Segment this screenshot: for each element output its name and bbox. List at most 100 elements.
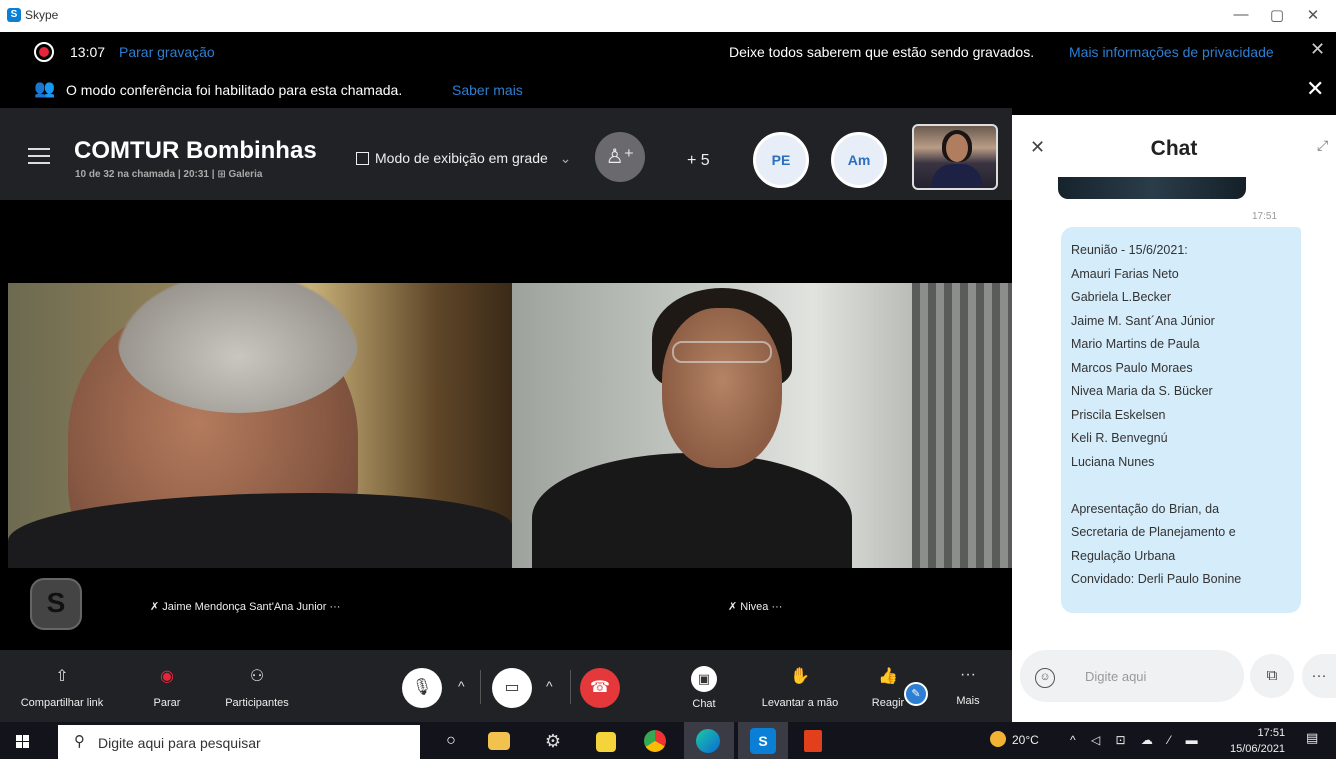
raise-hand-label: Levantar a mão [761, 697, 839, 709]
call-subtitle: 10 de 32 na chamada | 20:31 | ⊞ Galeria [75, 169, 263, 180]
more-button[interactable]: ··· Mais [950, 666, 986, 707]
conference-banner: 👥 O modo conferência foi habilitado para… [0, 72, 1336, 108]
maximize-button[interactable]: ▢ [1262, 6, 1292, 24]
stop-button[interactable]: ◉ Parar [142, 666, 192, 709]
file-explorer-icon[interactable] [488, 732, 510, 750]
camera-button[interactable]: ▭ [492, 668, 532, 708]
media-gallery-icon[interactable]: ⧉ [1250, 654, 1294, 698]
conference-notice: O modo conferência foi habilitado para e… [66, 82, 403, 98]
taskbar-clock[interactable]: 17:51 15/06/2021 [1230, 725, 1285, 757]
participant-more-icon[interactable]: ··· [329, 601, 340, 613]
video-tile-nivea[interactable] [512, 283, 1012, 568]
window-title: Skype [25, 8, 59, 22]
mic-muted-icon: ✗ [150, 601, 160, 613]
search-placeholder: Digite aqui para pesquisar [98, 735, 261, 751]
people-icon: ⚇ [249, 668, 265, 685]
message-line: Priscila Eskelsen [1071, 407, 1166, 422]
avatar-am[interactable]: Am [831, 132, 887, 188]
mic-options-chevron-icon[interactable]: ^ [458, 678, 465, 694]
window-titlebar: S Skype — ▢ ✕ [0, 0, 1336, 32]
more-label: Mais [956, 695, 980, 707]
participant-name: Jaime Mendonça Sant'Ana Junior [162, 601, 327, 613]
edge-icon[interactable] [696, 729, 720, 753]
background-curtain [912, 283, 1012, 568]
microphone-button[interactable]: 🎙 [402, 668, 442, 708]
end-call-button[interactable]: ☎ [580, 668, 620, 708]
message-line: Nivea Maria da S. Bücker [1071, 384, 1213, 398]
message-line: Reunião - 15/6/2021: [1071, 243, 1188, 257]
chrome-icon[interactable] [644, 730, 666, 752]
stop-recording-link[interactable]: Parar gravação [119, 44, 215, 60]
message-line: Keli R. Benvegnú [1071, 431, 1168, 445]
participants-button[interactable]: ⚇ Participantes [212, 666, 302, 709]
extra-participants-count[interactable]: + 5 [687, 152, 710, 170]
clock-date: 15/06/2021 [1230, 743, 1286, 755]
pencil-icon[interactable]: ✎ [904, 682, 928, 706]
sticky-notes-icon[interactable] [596, 732, 616, 752]
add-participant-button[interactable]: ♙⁺ [595, 132, 645, 182]
hamburger-menu-icon[interactable] [28, 148, 50, 164]
learn-more-link[interactable]: Saber mais [452, 82, 523, 98]
task-view-icon[interactable]: ○ [438, 728, 464, 754]
avatar-photo[interactable] [912, 124, 998, 190]
share-icon: ⇧ [55, 668, 69, 685]
message-line: Gabriela L.Becker [1071, 290, 1172, 304]
view-mode-dropdown[interactable]: Modo de exibição em grade ⌄ [356, 150, 571, 167]
skype-taskbar-icon[interactable]: S [750, 728, 776, 754]
privacy-link[interactable]: Mais informações de privacidade [1069, 44, 1274, 60]
chat-input[interactable]: Digite aqui [1085, 669, 1146, 684]
grid-icon [356, 152, 369, 165]
toolbar-divider [570, 670, 571, 704]
chat-message-bubble[interactable]: Reunião - 15/6/2021: Amauri Farias Neto … [1061, 227, 1301, 613]
weather-icon[interactable] [990, 731, 1006, 747]
record-icon: ◉ [160, 668, 174, 685]
toolbar-divider [480, 670, 481, 704]
share-link-button[interactable]: ⇧ Compartilhar link [12, 666, 112, 709]
call-title: COMTUR Bombinhas [74, 137, 317, 164]
view-mode-label: Modo de exibição em grade [375, 150, 548, 166]
skype-avatar[interactable]: S [30, 578, 82, 630]
share-link-label: Compartilhar link [20, 697, 104, 709]
participant-label-jaime: ✗ Jaime Mendonça Sant'Ana Junior ··· [150, 600, 340, 613]
stop-label: Parar [153, 697, 181, 709]
conference-banner-close-icon[interactable]: ✕ [1306, 76, 1324, 102]
raise-hand-button[interactable]: ✋ Levantar a mão [752, 666, 848, 709]
expand-icon[interactable]: ⤢ [1317, 137, 1328, 154]
message-line: Amauri Farias Neto [1071, 266, 1179, 281]
chat-label: Chat [692, 698, 716, 710]
avatar-photo-body [932, 164, 982, 188]
recording-icon [34, 42, 54, 62]
search-icon: ⚲ [74, 733, 85, 750]
avatar-pe[interactable]: PE [753, 132, 809, 188]
more-icon: ··· [960, 666, 976, 683]
chat-icon: ▣ [691, 666, 717, 692]
clock-time: 17:51 [1257, 727, 1286, 739]
minimize-button[interactable]: — [1226, 6, 1256, 23]
participant-name: Nivea [740, 601, 769, 613]
skype-logo-icon: S [7, 8, 21, 22]
chevron-down-icon: ⌄ [559, 150, 572, 166]
participants-label: Participantes [225, 697, 289, 709]
chat-button[interactable]: ▣ Chat [682, 666, 726, 710]
thumbs-up-icon: 👍 [878, 668, 898, 685]
recording-banner-close-icon[interactable]: ✕ [1310, 39, 1325, 60]
settings-gear-icon[interactable]: ⚙ [540, 728, 566, 754]
video-tile-jaime[interactable] [8, 283, 512, 568]
window-close-button[interactable]: ✕ [1298, 6, 1328, 24]
emoji-icon[interactable]: ☺ [1035, 668, 1055, 688]
taskbar-search-box[interactable]: ⚲ Digite aqui para pesquisar [58, 725, 420, 759]
office-icon[interactable] [804, 730, 822, 752]
hand-icon: ✋ [790, 668, 810, 685]
notification-center-icon[interactable]: ▤ [1306, 730, 1324, 748]
camera-options-chevron-icon[interactable]: ^ [546, 678, 553, 694]
recording-notice: Deixe todos saberem que estão sendo grav… [729, 44, 1035, 60]
participant-label-nivea: ✗ Nivea ··· [728, 600, 782, 613]
participant-more-icon[interactable]: ··· [771, 601, 782, 613]
message-line [1071, 474, 1291, 498]
windows-start-icon[interactable] [16, 735, 29, 748]
message-line: Luciana Nunes [1071, 454, 1155, 469]
previous-image-message[interactable] [1058, 177, 1246, 199]
system-tray-icons[interactable]: ^ ◁ ⊡ ☁ ⁄ ▬ [1070, 733, 1204, 747]
react-button[interactable]: 👍 Reagir [866, 666, 910, 709]
temperature[interactable]: 20°C [1012, 733, 1039, 747]
